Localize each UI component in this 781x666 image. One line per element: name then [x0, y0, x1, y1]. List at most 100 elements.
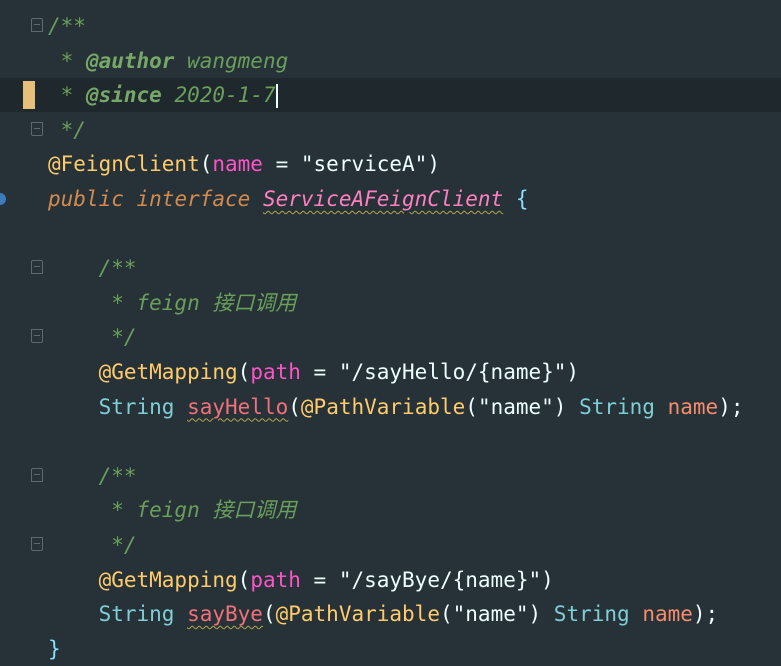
code-line-text[interactable]: } — [48, 632, 61, 666]
code-token: ( — [288, 394, 301, 419]
fold-dash — [34, 543, 40, 544]
fold-close-icon[interactable] — [31, 329, 43, 344]
code-line-text[interactable]: @GetMapping(path = "/sayHello/{name}") — [48, 355, 579, 389]
code-token: 2020-1-7 — [161, 83, 276, 108]
code-line[interactable]: /** — [0, 459, 781, 493]
code-token: wangmeng — [174, 48, 289, 73]
code-token: ( — [439, 602, 453, 627]
code-line[interactable]: */ — [0, 320, 781, 354]
code-token: String — [98, 602, 175, 627]
fold-open-icon[interactable] — [31, 18, 43, 32]
implementation-gutter-icon[interactable] — [0, 193, 6, 205]
code-line[interactable]: */ — [0, 528, 781, 562]
text-cursor — [275, 84, 278, 109]
code-line[interactable]: */ — [0, 113, 781, 147]
code-line-text[interactable]: @FeignClient(name = "serviceA") — [48, 147, 440, 181]
code-line-text[interactable]: * feign 接口调用 — [48, 493, 296, 527]
code-token: name — [212, 152, 263, 177]
code-token: path — [250, 360, 301, 384]
code-line[interactable]: /** — [0, 251, 781, 285]
code-token: ) — [566, 360, 580, 384]
code-token: "name" — [452, 602, 529, 627]
fold-open-icon[interactable] — [31, 467, 43, 482]
code-line[interactable]: * feign 接口调用 — [0, 286, 781, 320]
code-token: public — [48, 187, 124, 211]
code-token: name — [642, 602, 693, 627]
code-line[interactable]: * @author wangmeng — [0, 44, 781, 78]
code-line[interactable] — [0, 424, 781, 458]
fold-dash — [34, 24, 40, 25]
code-line[interactable]: * feign 接口调用 — [0, 493, 781, 527]
code-line[interactable]: String sayBye(@PathVariable("name") Stri… — [0, 597, 781, 631]
code-token: */ — [48, 325, 137, 350]
fold-dash — [34, 266, 40, 268]
code-token: ( — [465, 394, 478, 419]
code-token: "/sayHello/{name}" — [338, 360, 567, 384]
code-line-text[interactable]: */ — [48, 113, 86, 147]
code-token: ( — [237, 567, 251, 592]
code-line-text[interactable]: public interface ServiceAFeignClient { — [48, 182, 528, 216]
code-token: ) — [553, 394, 580, 419]
code-token: * feign 接口调用 — [48, 290, 297, 315]
code-line-text[interactable]: * feign 接口调用 — [48, 286, 296, 320]
code-token: name — [667, 394, 719, 419]
code-token: @author — [85, 48, 175, 73]
code-token: @FeignClient — [48, 152, 200, 177]
code-token: @PathVariable — [300, 394, 466, 419]
code-line-text[interactable]: * @author wangmeng — [48, 44, 289, 78]
code-line[interactable]: @FeignClient(name = "serviceA") — [0, 147, 781, 181]
code-line-text[interactable]: */ — [48, 320, 137, 354]
code-token: ( — [199, 152, 213, 177]
code-token: path — [250, 567, 301, 592]
code-token: ) — [427, 152, 440, 177]
code-token: * — [48, 48, 86, 73]
code-line-text[interactable]: @GetMapping(path = "/sayBye/{name}") — [48, 563, 554, 597]
code-token: * — [48, 83, 86, 108]
code-editor[interactable]: /** * @author wangmeng * @since 2020-1-7… — [0, 0, 781, 666]
change-marker[interactable] — [23, 81, 35, 110]
code-line-text[interactable]: /** — [48, 9, 86, 43]
code-token: sayBye — [187, 602, 263, 627]
code-token: ( — [262, 602, 276, 627]
code-token: String — [553, 602, 630, 627]
code-token: String — [579, 394, 655, 419]
code-line-text[interactable]: * @since 2020-1-7 — [48, 78, 278, 112]
fold-dash — [34, 335, 40, 337]
code-line[interactable]: /** — [0, 9, 781, 43]
code-token: @PathVariable — [275, 602, 440, 627]
code-token: /** — [48, 14, 86, 38]
code-line[interactable]: public interface ServiceAFeignClient { — [0, 182, 781, 216]
fold-dash — [34, 127, 40, 129]
code-line-text[interactable]: /** — [48, 459, 137, 493]
code-line-text[interactable]: */ — [48, 528, 136, 562]
fold-close-icon[interactable] — [31, 537, 43, 551]
code-line[interactable]: String sayHello(@PathVariable("name") St… — [0, 390, 781, 424]
code-token: sayHello — [187, 394, 289, 419]
code-token: = — [262, 152, 301, 177]
code-line[interactable]: } — [0, 632, 781, 666]
code-token: } — [48, 636, 61, 661]
code-line[interactable]: * @since 2020-1-7 — [0, 78, 781, 113]
code-line[interactable] — [0, 217, 781, 251]
code-token: @since — [85, 83, 162, 108]
code-line[interactable]: @GetMapping(path = "/sayHello/{name}") — [0, 355, 781, 389]
code-token: ) — [541, 567, 554, 592]
code-token: /** — [48, 256, 137, 281]
code-token: ServiceAFeignClient — [262, 187, 504, 211]
code-token: ); — [692, 602, 719, 627]
code-line[interactable]: @GetMapping(path = "/sayBye/{name}") — [0, 563, 781, 597]
code-token: "/sayBye/{name}" — [338, 567, 542, 592]
code-line-text[interactable]: /** — [48, 251, 137, 285]
code-line-text[interactable]: String sayBye(@PathVariable("name") Stri… — [48, 597, 719, 631]
fold-close-icon[interactable] — [31, 121, 43, 136]
code-line-text[interactable]: String sayHello(@PathVariable("name") St… — [48, 390, 744, 424]
code-token: * feign 接口调用 — [48, 498, 297, 523]
fold-open-icon[interactable] — [31, 260, 43, 275]
code-token: @GetMapping — [98, 360, 238, 384]
code-token: = — [300, 360, 339, 384]
